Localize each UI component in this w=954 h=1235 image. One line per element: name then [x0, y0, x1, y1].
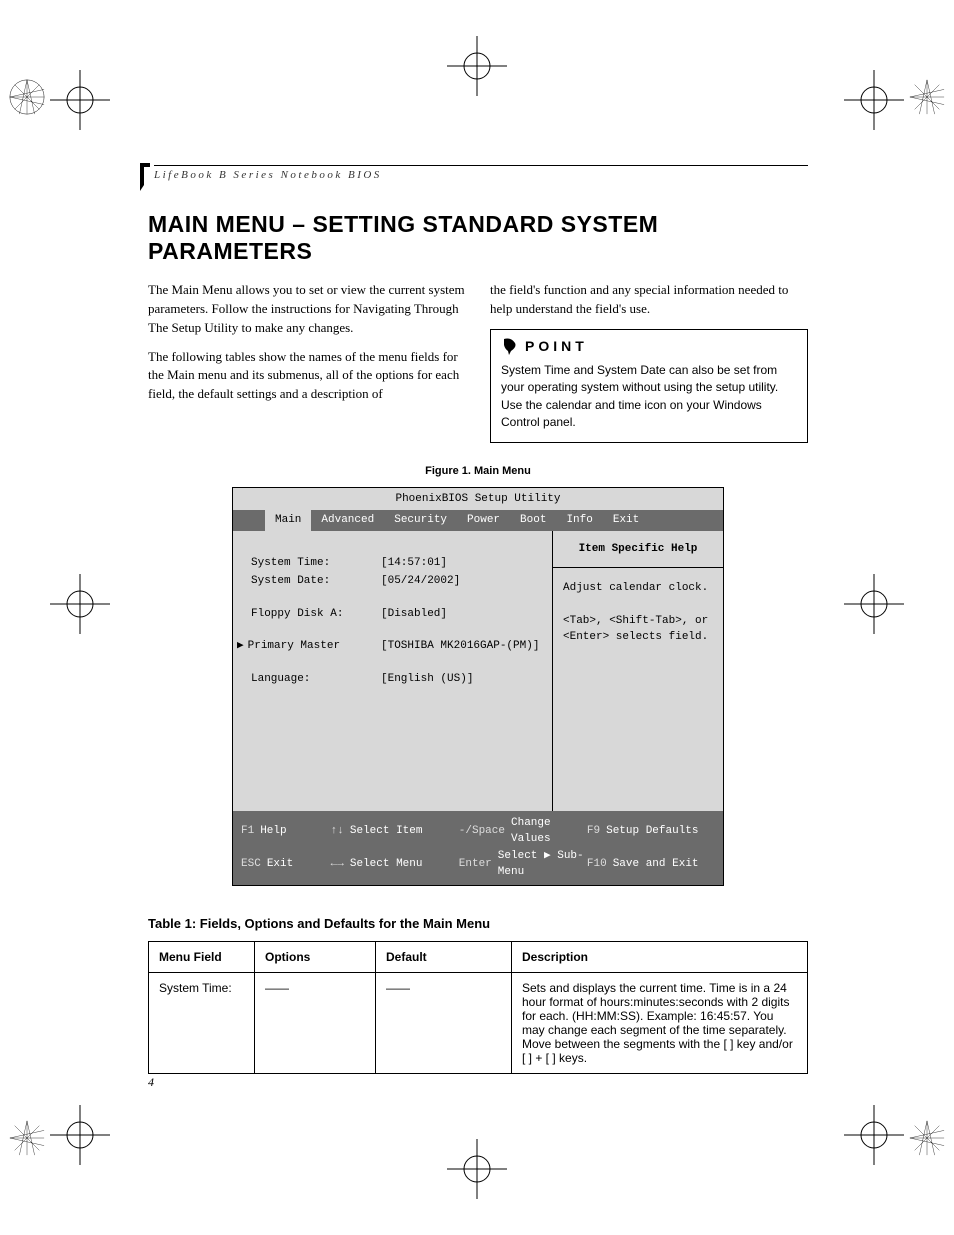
intro-para-3: the field's function and any special inf… [490, 281, 808, 319]
page-number: 4 [148, 1075, 154, 1090]
fields-table: Menu Field Options Default Description S… [148, 941, 808, 1074]
bios-tab-exit: Exit [603, 510, 649, 531]
submenu-icon: ▶ [237, 638, 244, 655]
bios-help-pane: Item Specific Help Adjust calendar clock… [553, 531, 723, 811]
page-title: MAIN MENU – SETTING STANDARD SYSTEM PARA… [148, 211, 808, 265]
system-date-value: [05/24/2002] [381, 573, 460, 590]
table-row: System Time: —— —— Sets and displays the… [149, 972, 808, 1073]
th-default: Default [376, 941, 512, 972]
system-time-value: [14:57:01] [381, 555, 447, 572]
th-description: Description [512, 941, 808, 972]
floppy-label: Floppy Disk A: [251, 606, 381, 623]
bios-fields: System Time:[14:57:01] System Date:[05/2… [233, 531, 553, 811]
table-header-row: Menu Field Options Default Description [149, 941, 808, 972]
primary-master-value: [TOSHIBA MK2016GAP-(PM)] [381, 638, 539, 655]
bios-tab-power: Power [457, 510, 510, 531]
cell-options: —— [255, 972, 376, 1073]
header-marker-icon [140, 163, 150, 191]
cell-description: Sets and displays the current time. Time… [512, 972, 808, 1073]
bios-tab-security: Security [384, 510, 457, 531]
primary-master-label: ▶Primary Master [251, 638, 381, 655]
left-column: The Main Menu allows you to set or view … [148, 281, 466, 443]
right-column: the field's function and any special inf… [490, 281, 808, 443]
bios-help-line2: <Tab>, <Shift-Tab>, or <Enter> selects f… [563, 613, 713, 646]
table-caption: Table 1: Fields, Options and Defaults fo… [148, 916, 808, 931]
intro-para-2: The following tables show the names of t… [148, 348, 466, 405]
point-box: POINT System Time and System Date can al… [490, 329, 808, 443]
system-time-label: System Time: [251, 555, 381, 572]
bios-tab-main: Main [265, 510, 311, 531]
bios-help-title: Item Specific Help [553, 531, 723, 569]
floppy-value: [Disabled] [381, 606, 447, 623]
intro-para-1: The Main Menu allows you to set or view … [148, 281, 466, 338]
cell-field: System Time: [149, 972, 255, 1073]
th-menu-field: Menu Field [149, 941, 255, 972]
system-date-label: System Date: [251, 573, 381, 590]
bios-tab-advanced: Advanced [311, 510, 384, 531]
bios-title: PhoenixBIOS Setup Utility [233, 488, 723, 511]
point-label: POINT [525, 336, 588, 356]
th-options: Options [255, 941, 376, 972]
bios-tab-info: Info [556, 510, 602, 531]
point-icon [501, 337, 519, 355]
figure-caption: Figure 1. Main Menu [148, 465, 808, 477]
language-value: [English (US)] [381, 671, 473, 688]
cell-default: —— [376, 972, 512, 1073]
bios-screenshot: PhoenixBIOS Setup Utility Main Advanced … [232, 487, 724, 886]
running-head: LifeBook B Series Notebook BIOS [154, 169, 808, 181]
bios-tabs: Main Advanced Security Power Boot Info E… [233, 510, 723, 531]
bios-footer: F1Help ↑↓Select Item -/SpaceChange Value… [233, 811, 723, 885]
point-body: System Time and System Date can also be … [501, 362, 797, 432]
bios-tab-boot: Boot [510, 510, 556, 531]
page-content: LifeBook B Series Notebook BIOS MAIN MEN… [148, 165, 808, 1074]
language-label: Language: [251, 671, 381, 688]
bios-help-line1: Adjust calendar clock. [563, 580, 713, 597]
